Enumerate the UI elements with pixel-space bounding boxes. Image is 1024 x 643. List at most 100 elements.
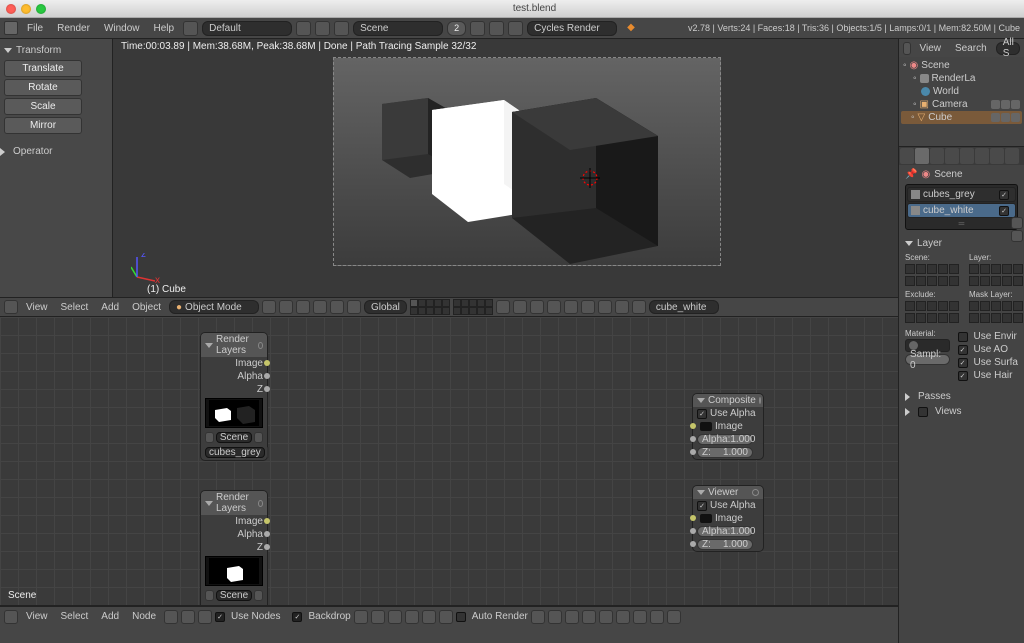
- layout-add-icon[interactable]: [296, 21, 311, 36]
- snap-icon[interactable]: [513, 300, 527, 314]
- scene-users[interactable]: 2: [447, 21, 466, 36]
- node-menu-node[interactable]: Node: [127, 609, 161, 624]
- menu-window[interactable]: Window: [99, 21, 145, 36]
- views-panel-header[interactable]: Views: [905, 404, 1018, 419]
- snap-node-icon[interactable]: [388, 610, 402, 624]
- snap-node-type-icon[interactable]: [405, 610, 419, 624]
- views-enable-checkbox[interactable]: [918, 407, 928, 417]
- manip-rot-icon[interactable]: [330, 300, 344, 314]
- outliner-scene[interactable]: ◦◉Scene: [903, 59, 1020, 72]
- paste-nodes-icon[interactable]: [439, 610, 453, 624]
- use-envir-checkbox[interactable]: [958, 332, 968, 342]
- node-scene-select[interactable]: Scene: [216, 590, 252, 601]
- close-window-icon[interactable]: [6, 4, 16, 14]
- scene-link-icon[interactable]: [205, 432, 214, 443]
- 3d-menu-view[interactable]: View: [21, 300, 53, 315]
- 3d-menu-select[interactable]: Select: [56, 300, 94, 315]
- remove-layer-icon[interactable]: [1011, 230, 1023, 242]
- alpha-slider[interactable]: Alpha:1.000: [697, 434, 753, 445]
- node-header[interactable]: Render Layers: [201, 333, 267, 357]
- manip-scale-icon[interactable]: [347, 300, 361, 314]
- exclude-layer-grid[interactable]: [905, 301, 959, 311]
- node-editor-type-icon[interactable]: [4, 610, 18, 624]
- pivot-icon[interactable]: [262, 300, 276, 314]
- orientation-selector[interactable]: Global: [364, 300, 407, 314]
- zoom-in-icon[interactable]: [599, 610, 613, 624]
- scene-add-icon[interactable]: [470, 21, 485, 36]
- layer-buttons[interactable]: [410, 299, 493, 315]
- zoom-window-icon[interactable]: [36, 4, 46, 14]
- samples-slider[interactable]: Sampl: 0: [905, 354, 950, 365]
- operator-panel-header[interactable]: Operator: [0, 144, 108, 159]
- mirror-button[interactable]: Mirror: [4, 117, 82, 134]
- outliner-filter[interactable]: All S: [996, 42, 1020, 55]
- pin-icon[interactable]: [354, 610, 368, 624]
- channel-b-icon[interactable]: [565, 610, 579, 624]
- node-composite[interactable]: Composite ✓Use Alpha Image Alpha:1.000 Z…: [692, 393, 764, 460]
- menu-help[interactable]: Help: [149, 21, 180, 36]
- tab-constraints[interactable]: [975, 148, 989, 164]
- node-extras-icon[interactable]: [267, 447, 269, 458]
- node-header[interactable]: Render Layers: [201, 491, 267, 515]
- pin-icon[interactable]: 📌: [905, 169, 917, 180]
- use-alpha-checkbox[interactable]: ✓: [697, 409, 707, 419]
- render-shade-icon[interactable]: [547, 300, 561, 314]
- channel-a-icon[interactable]: [582, 610, 596, 624]
- use-surfa-checkbox[interactable]: ✓: [958, 358, 968, 368]
- tab-scene[interactable]: [930, 148, 944, 164]
- engine-selector[interactable]: Cycles Render: [527, 21, 617, 36]
- scale-button[interactable]: Scale: [4, 98, 82, 115]
- outliner-view[interactable]: View: [915, 41, 947, 56]
- layout-browse-icon[interactable]: [183, 21, 198, 36]
- node-layer-select[interactable]: cubes_grey: [205, 447, 265, 458]
- outliner-world[interactable]: World: [903, 85, 1020, 98]
- copy-icon[interactable]: [598, 300, 612, 314]
- outliner-camera[interactable]: ◦▣Camera: [903, 98, 1020, 111]
- editor-type-icon[interactable]: [4, 300, 18, 314]
- z-slider[interactable]: Z:1.000: [697, 447, 753, 458]
- node-editor[interactable]: Scene Render Layers Image Alpha Z Scene …: [0, 317, 1024, 606]
- manip-trans-icon[interactable]: [313, 300, 327, 314]
- property-tabs[interactable]: [899, 147, 1024, 165]
- menu-file[interactable]: File: [22, 21, 48, 36]
- scene-selector[interactable]: Scene: [353, 21, 443, 36]
- node-menu-add[interactable]: Add: [96, 609, 124, 624]
- channel-g-icon[interactable]: [548, 610, 562, 624]
- rotate-button[interactable]: Rotate: [4, 79, 82, 96]
- tab-modifiers[interactable]: [990, 148, 1004, 164]
- node-viewer[interactable]: Viewer ✓Use Alpha Image Alpha:1.000 Z:1.…: [692, 485, 764, 552]
- 3d-menu-add[interactable]: Add: [96, 300, 124, 315]
- transform-panel-header[interactable]: Transform: [4, 43, 108, 58]
- tab-object[interactable]: [960, 148, 974, 164]
- layout-del-icon[interactable]: [315, 21, 330, 36]
- node-scene-select[interactable]: Scene: [216, 432, 252, 443]
- record-icon[interactable]: [581, 300, 595, 314]
- tab-world[interactable]: [945, 148, 959, 164]
- engine-browse-icon[interactable]: [508, 21, 523, 36]
- scene-del-icon[interactable]: [489, 21, 504, 36]
- tab-renderlayers[interactable]: [915, 148, 929, 164]
- paste-icon[interactable]: [615, 300, 629, 314]
- extra-icon-1[interactable]: [650, 610, 664, 624]
- use-nodes-checkbox[interactable]: ✓: [215, 612, 225, 622]
- passes-panel-header[interactable]: Passes: [905, 389, 1018, 404]
- node-menu-select[interactable]: Select: [56, 609, 94, 624]
- mask-layer-grid[interactable]: [969, 301, 1023, 311]
- translate-button[interactable]: Translate: [4, 60, 82, 77]
- node-layer-select[interactable]: cube_white: [205, 605, 264, 606]
- minimize-window-icon[interactable]: [21, 4, 31, 14]
- zoom-out-icon[interactable]: [616, 610, 630, 624]
- manipulator-icon[interactable]: [296, 300, 310, 314]
- lock-layer-icon[interactable]: [496, 300, 510, 314]
- add-layer-icon[interactable]: [1011, 217, 1023, 229]
- outliner-renderlayers[interactable]: ◦RenderLa: [903, 72, 1020, 85]
- use-alpha-checkbox[interactable]: ✓: [697, 501, 707, 511]
- fit-icon[interactable]: [633, 610, 647, 624]
- name-browse-icon[interactable]: [632, 300, 646, 314]
- layer-panel-header[interactable]: Layer: [905, 236, 1018, 251]
- layout-selector[interactable]: Default: [202, 21, 292, 36]
- scene-browse-icon[interactable]: [334, 21, 349, 36]
- go-parent-icon[interactable]: [371, 610, 385, 624]
- copy-nodes-icon[interactable]: [422, 610, 436, 624]
- use-ao-checkbox[interactable]: ✓: [958, 345, 968, 355]
